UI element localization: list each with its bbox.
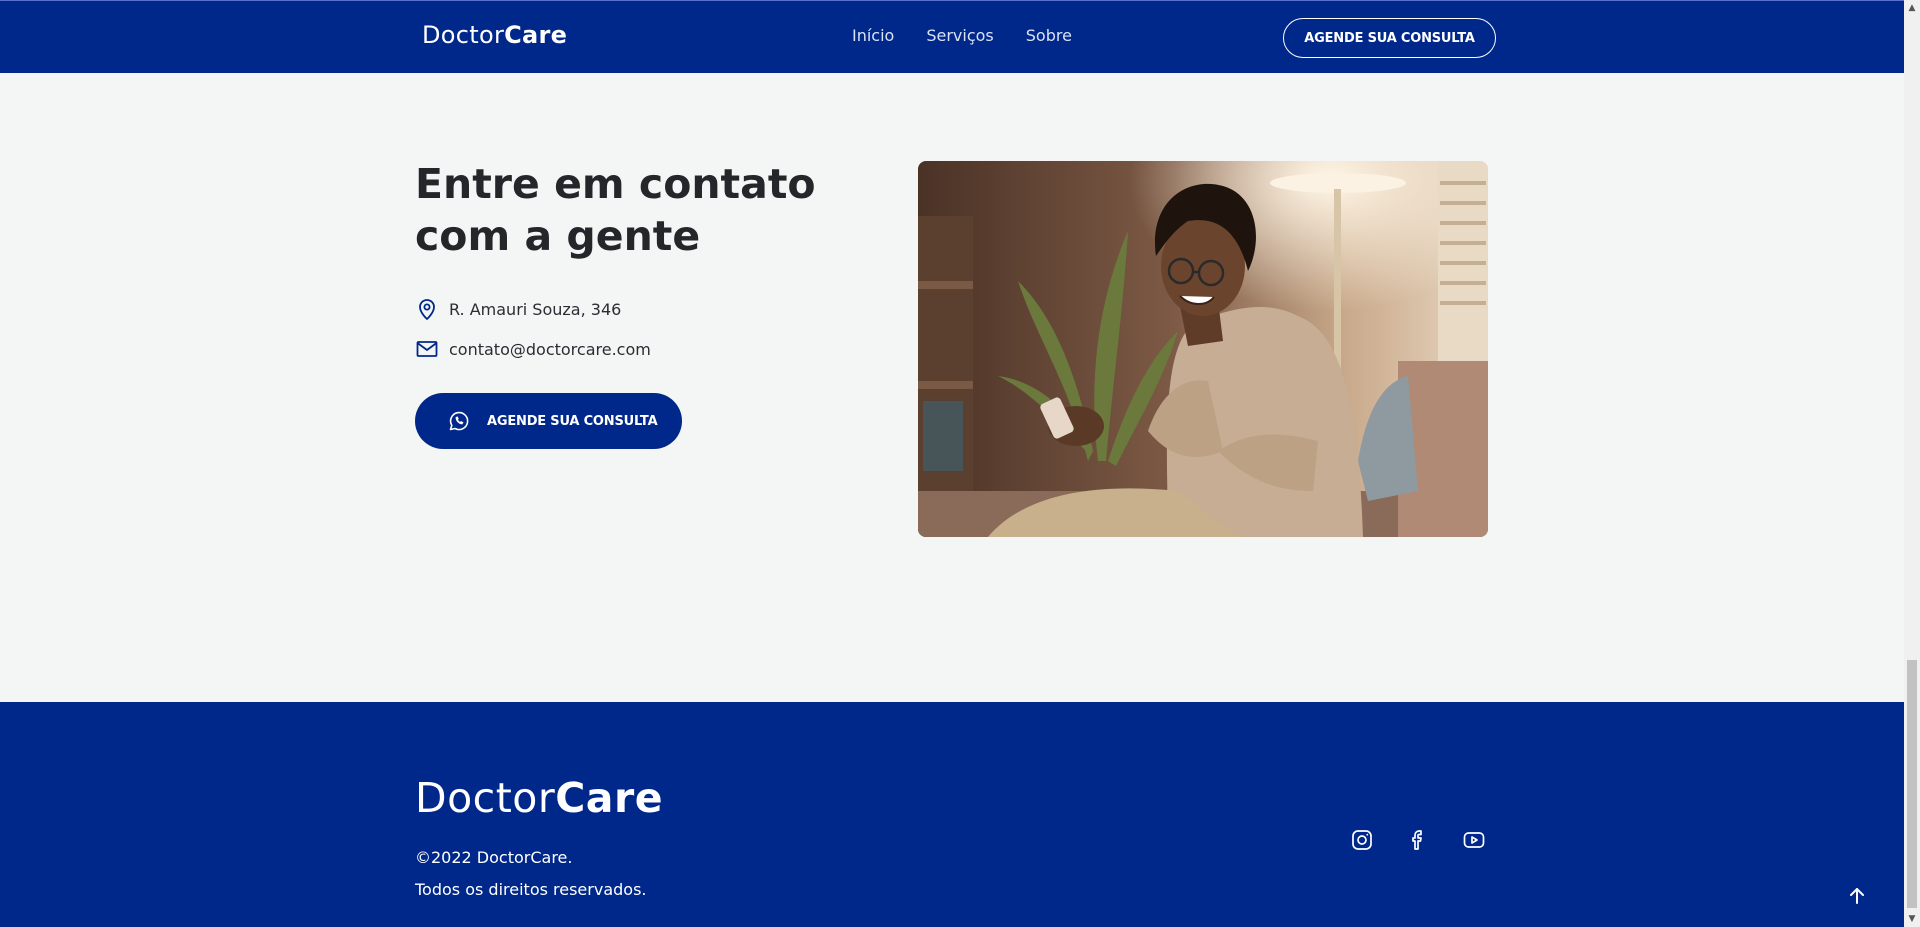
- page-scrollbar[interactable]: ▲ ▼: [1904, 0, 1920, 927]
- whatsapp-schedule-button[interactable]: AGENDE SUA CONSULTA: [415, 393, 682, 449]
- nav-menu: Início Serviços Sobre: [852, 26, 1072, 45]
- man-with-phone-illustration: [918, 161, 1488, 537]
- map-pin-icon: [419, 299, 435, 320]
- social-links: [1350, 828, 1486, 852]
- footer-logo[interactable]: DoctorCare: [415, 774, 663, 822]
- mail-icon: [416, 341, 438, 357]
- instagram-icon[interactable]: [1350, 828, 1374, 852]
- nav-link-inicio[interactable]: Início: [852, 26, 894, 45]
- contact-heading-line2: com a gente: [415, 212, 701, 260]
- nav-link-servicos[interactable]: Serviços: [926, 26, 993, 45]
- nav-schedule-button[interactable]: AGENDE SUA CONSULTA: [1283, 18, 1496, 58]
- cta-button-label: AGENDE SUA CONSULTA: [487, 413, 658, 429]
- whatsapp-icon: [449, 411, 469, 431]
- email-text[interactable]: contato@doctorcare.com: [449, 340, 651, 359]
- copyright-text: ©2022 DoctorCare.: [415, 848, 573, 867]
- contact-heading-line1: Entre em contato: [415, 160, 816, 208]
- scrollbar-thumb[interactable]: [1907, 660, 1917, 908]
- logo-text-regular: Doctor: [422, 21, 505, 49]
- youtube-icon[interactable]: [1462, 828, 1486, 852]
- address-text: R. Amauri Souza, 346: [449, 299, 622, 319]
- footer-logo-text-bold: Care: [555, 774, 664, 822]
- contact-heading: Entre em contato com a gente: [415, 158, 835, 262]
- top-navbar: DoctorCare Início Serviços Sobre AGENDE …: [0, 0, 1904, 73]
- contact-photo: [918, 161, 1488, 537]
- scroll-down-arrow-icon[interactable]: ▼: [1904, 911, 1920, 927]
- rights-text: Todos os direitos reservados.: [415, 880, 647, 899]
- navbar-logo[interactable]: DoctorCare: [422, 21, 567, 49]
- logo-text-bold: Care: [504, 21, 568, 49]
- email-item: contato@doctorcare.com: [415, 337, 651, 361]
- address-item: R. Amauri Souza, 346: [415, 297, 621, 321]
- scroll-up-arrow-icon[interactable]: ▲: [1904, 0, 1920, 16]
- footer-logo-text-regular: Doctor: [415, 774, 556, 822]
- nav-link-sobre[interactable]: Sobre: [1026, 26, 1072, 45]
- arrow-up-icon[interactable]: [1845, 884, 1869, 908]
- footer: DoctorCare ©2022 DoctorCare. Todos os di…: [0, 702, 1904, 927]
- facebook-icon[interactable]: [1406, 828, 1430, 852]
